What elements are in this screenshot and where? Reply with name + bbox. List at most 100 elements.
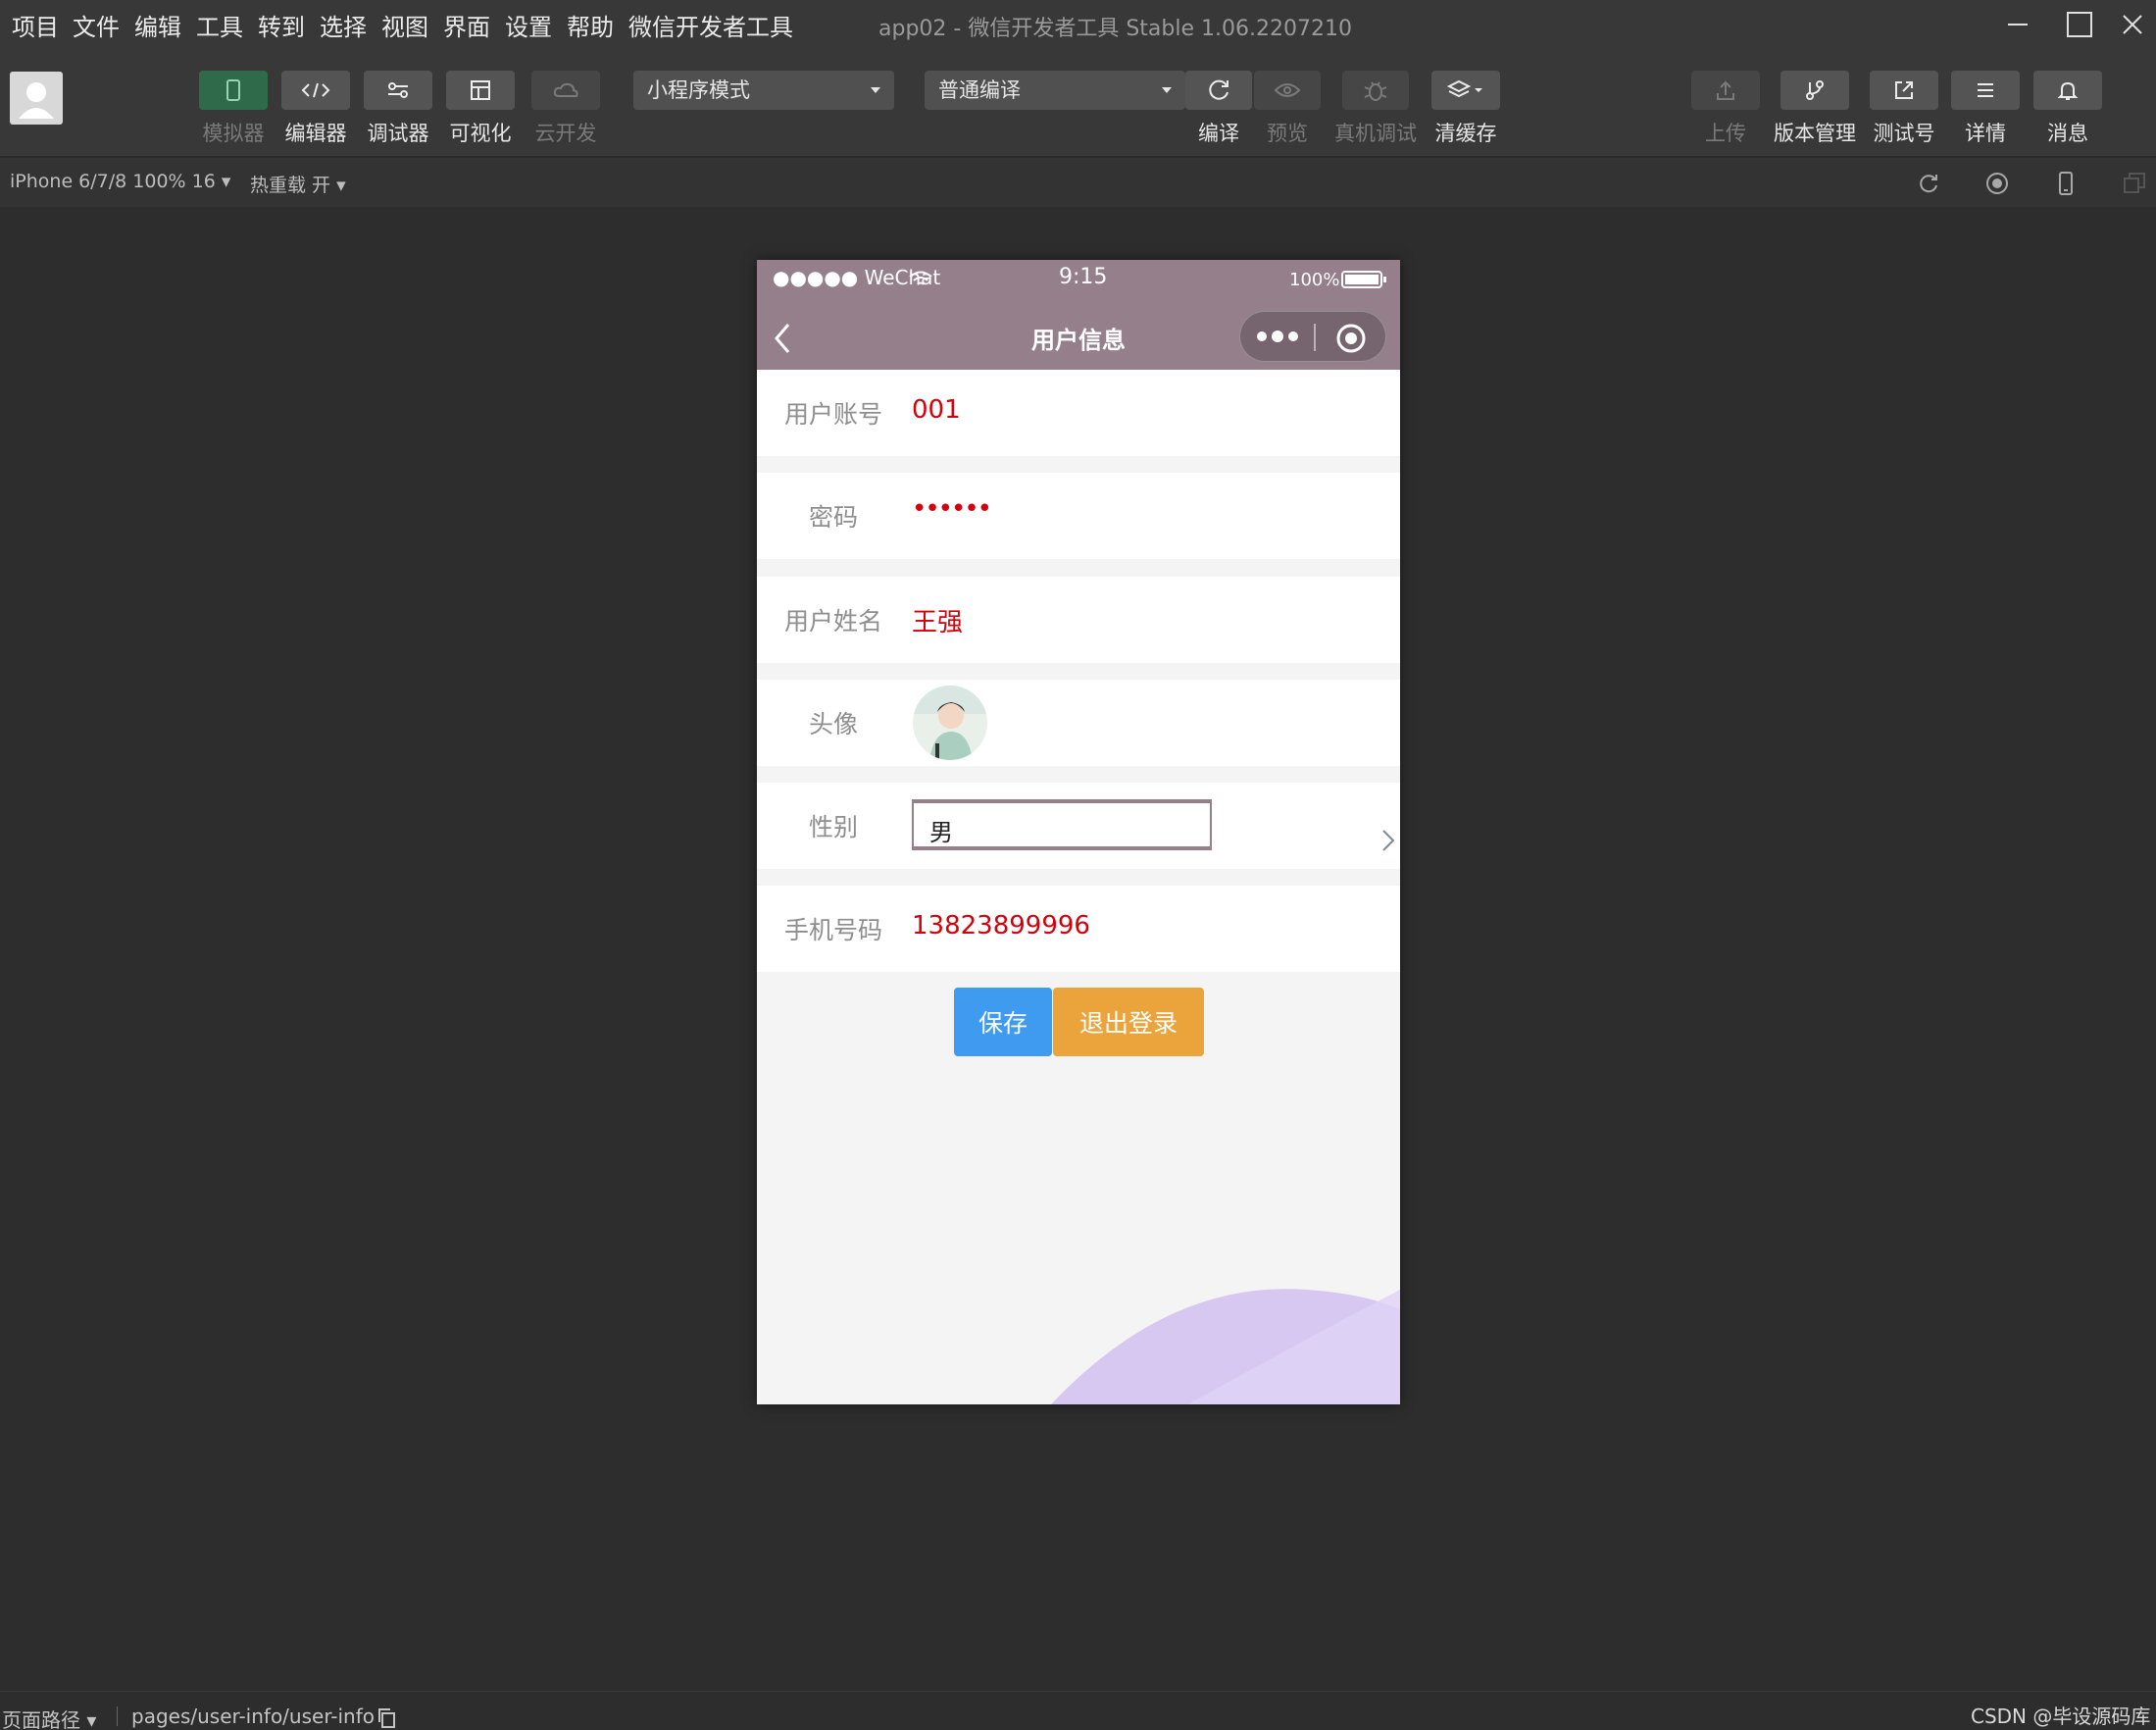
gender-label: 性别: [808, 813, 858, 841]
phone-icon: [226, 79, 240, 101]
close-button[interactable]: [2108, 0, 2156, 49]
record-icon[interactable]: [1984, 171, 2010, 196]
gender-row: 性别 男: [757, 783, 1400, 869]
menu-tools[interactable]: 工具: [196, 8, 243, 42]
gender-picker[interactable]: 男: [912, 799, 1212, 850]
clear-cache-button[interactable]: [1431, 71, 1500, 110]
status-time: 9:15: [1059, 265, 1108, 289]
profile-avatar[interactable]: [912, 685, 988, 761]
menu-goto[interactable]: 转到: [258, 8, 305, 42]
maximize-icon: [2067, 12, 2092, 37]
branch-icon: [1806, 80, 1824, 100]
version-button[interactable]: [1780, 71, 1849, 110]
battery-icon: [1341, 271, 1386, 288]
messages-button[interactable]: [2033, 71, 2102, 110]
account-value[interactable]: 001: [912, 395, 961, 425]
more-icon[interactable]: [1254, 326, 1301, 347]
test-account-label: 测试号: [1873, 122, 1935, 145]
details-button[interactable]: [1951, 71, 2020, 110]
refresh-icon: [1209, 79, 1228, 100]
logout-button[interactable]: 退出登录: [1053, 988, 1204, 1056]
messages-label: 消息: [2047, 122, 2088, 145]
hot-reload-value: 热重载 开: [250, 175, 331, 196]
wifi-icon: [909, 271, 932, 285]
menu-settings[interactable]: 设置: [505, 8, 552, 42]
account-label: 用户账号: [783, 400, 882, 429]
page-path-label[interactable]: 页面路径 ▾: [2, 1705, 96, 1730]
avatar-row: 头像: [757, 680, 1400, 766]
phone-label: 手机号码: [783, 916, 882, 944]
device-select-value: iPhone 6/7/8 100% 16: [10, 171, 216, 192]
page-path: pages/user-info/user-info: [131, 1705, 375, 1728]
minimize-button[interactable]: [1988, 0, 2047, 49]
decorative-wave: [1051, 1289, 1400, 1404]
preview-button[interactable]: [1254, 71, 1321, 110]
menu-icon: [1978, 83, 1993, 97]
capsule-divider: [1314, 324, 1316, 351]
user-avatar-icon: [19, 82, 54, 119]
chevron-right-icon: [1382, 830, 1395, 851]
close-miniprogram-icon[interactable]: [1334, 322, 1368, 355]
code-icon: [301, 82, 330, 98]
debugger-button[interactable]: [364, 71, 432, 110]
cloud-icon: [553, 82, 578, 97]
upload-label: 上传: [1705, 122, 1746, 145]
menu-view[interactable]: 视图: [381, 8, 428, 42]
save-button[interactable]: 保存: [954, 988, 1052, 1056]
visual-button[interactable]: [446, 71, 515, 110]
upload-button[interactable]: [1691, 71, 1760, 110]
debugger-label: 调试器: [367, 122, 429, 145]
gender-value: 男: [929, 819, 953, 846]
cloud-label: 云开发: [534, 122, 597, 145]
clear-cache-label: 清缓存: [1434, 122, 1497, 145]
external-link-icon: [1895, 81, 1913, 99]
compile-select[interactable]: 普通编译: [925, 71, 1185, 110]
name-input[interactable]: 王强: [912, 602, 963, 638]
remote-debug-button[interactable]: [1342, 71, 1409, 110]
compile-select-value: 普通编译: [938, 78, 1021, 102]
mode-select-value: 小程序模式: [647, 78, 750, 102]
copy-icon[interactable]: [376, 1707, 398, 1729]
device-icon[interactable]: [2053, 171, 2079, 196]
device-select[interactable]: iPhone 6/7/8 100% 16 ▾: [10, 171, 230, 192]
hot-reload-toggle[interactable]: 热重载 开 ▾: [250, 171, 346, 197]
layers-icon: [1446, 79, 1482, 98]
details-label: 详情: [1965, 122, 2006, 145]
version-label: 版本管理: [1774, 122, 1856, 145]
rotate-icon[interactable]: [1916, 171, 1941, 196]
cloud-button[interactable]: [531, 71, 600, 110]
mode-select[interactable]: 小程序模式: [633, 71, 894, 110]
menu-help[interactable]: 帮助: [567, 8, 614, 42]
name-row: 用户姓名 王强: [757, 577, 1400, 663]
simulator-button[interactable]: [199, 71, 268, 110]
menu-bar: 项目 文件 编辑 工具 转到 选择 视图 界面 设置 帮助 微信开发者工具 ap…: [0, 0, 2156, 49]
capsule-menu: [1239, 311, 1386, 362]
maximize-button[interactable]: [2050, 0, 2109, 49]
menu-interface[interactable]: 界面: [443, 8, 490, 42]
layout-icon: [471, 80, 490, 100]
test-account-button[interactable]: [1870, 71, 1938, 110]
bell-icon: [2057, 81, 2079, 100]
password-row: 密码 ••••••: [757, 473, 1400, 559]
chevron-down-icon: [871, 87, 880, 93]
menu-project[interactable]: 项目: [12, 8, 59, 42]
upload-icon: [1717, 80, 1734, 100]
simulator-label: 模拟器: [202, 122, 265, 145]
user-avatar[interactable]: [10, 72, 63, 125]
preview-label: 预览: [1267, 122, 1308, 145]
eye-icon: [1274, 83, 1301, 97]
footer-divider: [117, 1706, 118, 1726]
editor-button[interactable]: [281, 71, 350, 110]
menu-wechat-devtools[interactable]: 微信开发者工具: [628, 8, 793, 42]
visual-label: 可视化: [449, 122, 512, 145]
password-input[interactable]: ••••••: [912, 494, 992, 524]
menu-select[interactable]: 选择: [320, 8, 367, 42]
compile-button[interactable]: [1185, 71, 1252, 110]
menu-file[interactable]: 文件: [73, 8, 120, 42]
window-title: app02 - 微信开发者工具 Stable 1.06.2207210: [878, 17, 1352, 41]
bug-icon: [1364, 81, 1387, 101]
phone-input[interactable]: 13823899996: [912, 911, 1090, 941]
detach-window-icon[interactable]: [2122, 171, 2147, 196]
menu-edit[interactable]: 编辑: [134, 8, 181, 42]
minimize-icon: [2008, 24, 2028, 25]
